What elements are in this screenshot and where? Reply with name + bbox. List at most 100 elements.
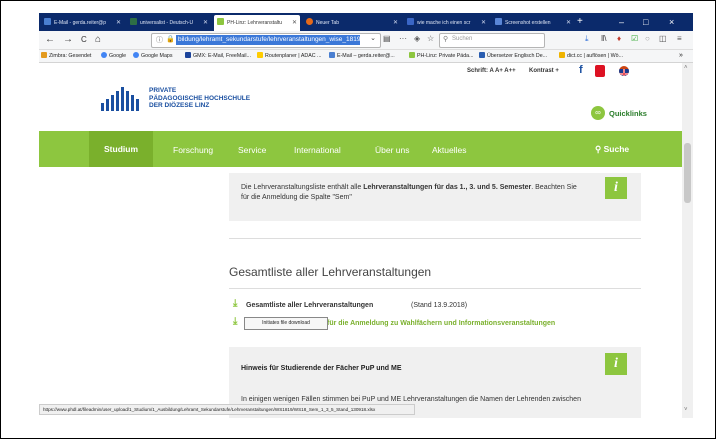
bookmarks-toolbar: Zimbra: Gesendet Google Google Maps GMX:… [39, 50, 693, 63]
back-button[interactable]: ← [45, 33, 55, 47]
link-icon[interactable]: ∞ [591, 106, 605, 120]
browser-window: E-Mail - gerda.reiter@p ✕ universalist - … [39, 13, 693, 418]
translator-icon [479, 52, 485, 58]
menu-icon[interactable]: ≡ [677, 34, 682, 43]
search-icon: ⚲ [595, 144, 602, 154]
nav-item-forschung[interactable]: Forschung [173, 145, 213, 155]
contrast-toggle[interactable]: Kontrast + [529, 68, 559, 74]
bookmark-item[interactable]: Routenplaner | ADAC ... [257, 51, 321, 61]
checkbox-extension-icon[interactable]: ☑ [631, 34, 638, 43]
bookmark-item[interactable]: PH-Linz: Private Päda... [409, 51, 474, 61]
tab-universalist[interactable]: universalist - Deutsch-U ✕ [127, 15, 211, 31]
home-button[interactable]: ⌂ [95, 33, 101, 47]
library-icon[interactable]: ‖\ [601, 34, 607, 43]
divider [229, 288, 641, 289]
english-flag-icon[interactable] [619, 66, 629, 76]
pocket-icon[interactable]: ◈ [414, 34, 420, 43]
url-text[interactable]: bildung/lehramt_sekundarstufe/lehrverans… [176, 35, 360, 45]
scrollbar-thumb[interactable] [684, 143, 691, 203]
nav-item-service[interactable]: Service [238, 145, 266, 155]
web-page: Schrift: A A+ A++ Kontrast + f PRIVATE P… [39, 63, 693, 418]
close-icon[interactable]: ✕ [203, 15, 208, 31]
mail-icon [44, 18, 51, 25]
ph-linz-icon [409, 52, 415, 58]
sidebar-icon[interactable]: ◫ [659, 34, 667, 43]
close-icon[interactable]: ✕ [481, 15, 486, 31]
tab-search[interactable]: wie mache ich einen scr ✕ [404, 15, 489, 31]
extension-icon[interactable]: ♦ [617, 34, 621, 43]
reload-button[interactable]: C [81, 33, 87, 47]
info-text: Die Lehrveranstaltungsliste enthält alle… [241, 184, 577, 201]
minimize-button[interactable]: – [619, 14, 624, 30]
tab-ph-linz[interactable]: PH-Linz: Lehrveranstaltu ✕ [214, 15, 300, 31]
page-actions-icon[interactable]: ··· [399, 34, 407, 43]
scroll-up-icon[interactable]: ˄ [684, 65, 688, 71]
address-bar[interactable]: ⓘ 🔒 bildung/lehramt_sekundarstufe/lehrve… [151, 33, 381, 48]
tab-label: E-Mail - gerda.reiter@p [54, 20, 107, 26]
download-link-gesamtliste[interactable]: Gesamtliste aller Lehrveranstaltungen [246, 302, 373, 309]
info-icon[interactable]: ⓘ [156, 35, 163, 45]
font-size-options[interactable]: A A+ A++ [489, 68, 515, 74]
close-icon[interactable]: ✕ [393, 15, 398, 31]
bookmark-item[interactable]: Google [101, 51, 126, 61]
chevron-down-icon[interactable]: ⌄ [370, 34, 376, 42]
search-box[interactable]: ⚲ Suchen [439, 33, 545, 48]
quicklinks-link[interactable]: Quicklinks [609, 109, 647, 118]
tab-screenshot[interactable]: Screenshot erstellen ✕ [492, 15, 574, 31]
reader-view-icon[interactable]: ▤ [383, 34, 391, 43]
bookmark-star-icon[interactable]: ☆ [427, 34, 434, 43]
bookmark-item[interactable]: Google Maps [133, 51, 173, 61]
tab-email[interactable]: E-Mail - gerda.reiter@p ✕ [41, 15, 124, 31]
bookmark-label: Routenplaner | ADAC ... [265, 53, 322, 59]
nav-search[interactable]: ⚲ Suche [595, 144, 629, 155]
close-icon[interactable]: ✕ [566, 15, 571, 31]
bookmark-label: E-Mail – gerda.reiter@... [337, 53, 395, 59]
bookmark-item[interactable]: GMX: E-Mail, FreeMail... [185, 51, 251, 61]
info-badge-icon: i [605, 353, 627, 375]
gmx-icon [185, 52, 191, 58]
download-link-wahlfaecher[interactable]: für die Anmeldung zu Wahlfächern und Inf… [327, 320, 555, 327]
lock-icon: 🔒 [166, 36, 175, 43]
forward-button[interactable]: → [63, 33, 73, 47]
bookmark-label: Google [109, 53, 127, 59]
nav-item-international[interactable]: International [294, 145, 341, 155]
google-icon [101, 52, 107, 58]
bookmark-item[interactable]: E-Mail – gerda.reiter@... [329, 51, 395, 61]
facebook-icon[interactable]: f [579, 64, 583, 76]
nav-item-studium[interactable]: Studium [89, 131, 153, 167]
circle-extension-icon[interactable]: ○ [645, 34, 650, 43]
tab-label: universalist - Deutsch-U [140, 20, 194, 26]
new-tab-button[interactable]: + [577, 14, 583, 30]
youtube-icon[interactable] [595, 65, 605, 77]
info-badge-icon: i [605, 177, 627, 199]
scroll-down-icon[interactable]: ˅ [684, 407, 688, 413]
nav-item-aktuelles[interactable]: Aktuelles [432, 145, 467, 155]
bookmark-label: Übersetzer Englisch De... [487, 53, 548, 59]
more-bookmarks-icon[interactable]: » [679, 51, 683, 61]
adac-icon [257, 52, 263, 58]
hint-title: Hinweis für Studierende der Fächer PuP u… [241, 365, 402, 372]
stand-date: (Stand 13.9.2018) [411, 302, 468, 309]
tab-label: Neuer Tab [316, 20, 339, 26]
bookmark-item[interactable]: Übersetzer Englisch De... [479, 51, 547, 61]
download-arrow-icon[interactable]: ⤓ [233, 298, 237, 309]
close-icon[interactable]: ✕ [292, 15, 297, 31]
search-icon: ⚲ [443, 36, 449, 43]
section-heading: Gesamtliste aller Lehrveranstaltungen [229, 265, 432, 279]
mail-icon [329, 52, 335, 58]
download-tooltip: Initiates file download [244, 317, 328, 330]
tab-new[interactable]: Neuer Tab ✕ [303, 15, 401, 31]
close-icon[interactable]: ✕ [116, 15, 121, 31]
tab-label: Screenshot erstellen [505, 20, 551, 26]
bookmark-item[interactable]: Zimbra: Gesendet [41, 51, 91, 61]
close-window-button[interactable]: × [669, 14, 674, 30]
bookmark-label: dict.cc | auflösen | Wö... [567, 53, 624, 59]
nav-item-ueber-uns[interactable]: Über uns [375, 145, 410, 155]
bookmark-item[interactable]: dict.cc | auflösen | Wö... [559, 51, 623, 61]
maximize-button[interactable]: □ [643, 14, 648, 30]
download-arrow-icon[interactable]: ⤓ [233, 316, 237, 327]
download-icon[interactable]: ⤓ [585, 34, 589, 44]
ph-linz-logo[interactable] [101, 87, 139, 111]
info-box: Die Lehrveranstaltungsliste enthält alle… [229, 173, 641, 221]
scrollbar[interactable] [682, 63, 693, 418]
